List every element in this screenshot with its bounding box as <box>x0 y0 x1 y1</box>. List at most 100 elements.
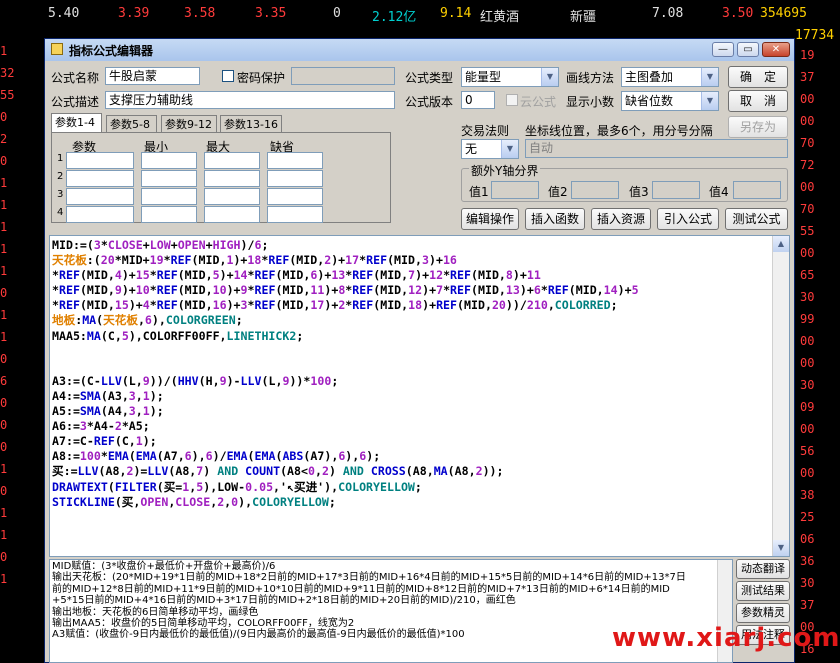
bg-right-value: 65 <box>800 268 815 282</box>
test-result-button[interactable]: 测试结果 <box>736 581 790 601</box>
code-token: (MID, <box>275 268 311 283</box>
param-min-cell[interactable] <box>141 206 197 223</box>
code-token: SMA <box>79 388 101 403</box>
decimal-select[interactable]: 缺省位数 ▼ <box>621 91 719 111</box>
cloud-formula-checkbox[interactable] <box>506 94 518 106</box>
code-line: DRAWTEXT(FILTER(买=1,5),LOW-0.05,'↖买进'),C… <box>52 480 639 495</box>
insert-resource-button[interactable]: 插入资源 <box>591 208 651 230</box>
password-checkbox[interactable] <box>222 70 234 82</box>
param-default-cell[interactable] <box>267 206 323 223</box>
ok-button[interactable]: 确 定 <box>728 66 788 88</box>
close-button[interactable]: ✕ <box>762 42 790 57</box>
tab-params-9-12[interactable]: 参数9-12 <box>161 115 217 133</box>
maximize-button[interactable]: ▭ <box>737 42 759 57</box>
param-default-cell[interactable] <box>267 170 323 187</box>
param-name-cell[interactable] <box>66 152 134 169</box>
param-default-cell[interactable] <box>267 188 323 205</box>
code-token: 17 <box>345 253 360 268</box>
value-1-input[interactable] <box>491 181 539 199</box>
formula-desc-input[interactable]: 支撑压力辅助线 <box>105 91 395 109</box>
code-token: )+ <box>617 283 632 298</box>
edit-operation-button[interactable]: 编辑操作 <box>461 208 519 230</box>
window-title: 指标公式编辑器 <box>69 44 154 58</box>
code-token: MA <box>433 464 448 479</box>
code-token: 17 <box>310 298 325 313</box>
code-token: + <box>205 238 213 252</box>
editor-scrollbar[interactable]: ▲ ▼ <box>772 236 789 556</box>
code-token: )+ <box>128 298 143 313</box>
code-token: (C, <box>100 328 122 343</box>
bg-right-value: 30 <box>800 576 815 590</box>
code-token: (MID, <box>373 268 409 283</box>
code-token: * <box>247 268 255 283</box>
param-max-cell[interactable] <box>204 188 260 205</box>
tab-params-1-4[interactable]: 参数1-4 <box>51 113 102 133</box>
code-token: 2 <box>475 464 483 479</box>
code-line: A3:=(C-LLV(L,9))/(HHV(H,9)-LLV(L,9))*100… <box>52 374 639 389</box>
code-token: (MID, <box>387 253 422 268</box>
cloud-formula-label: 云公式 <box>520 95 557 109</box>
param-min-cell[interactable] <box>141 188 197 205</box>
code-token: A7:=C- <box>52 434 94 449</box>
param-wizard-button[interactable]: 参数精灵 <box>736 603 790 623</box>
code-token: ; <box>414 479 422 494</box>
value-2-input[interactable] <box>571 181 619 199</box>
param-min-cell[interactable] <box>141 152 197 169</box>
import-formula-button[interactable]: 引入公式 <box>657 208 719 230</box>
code-token: MA <box>86 328 101 343</box>
value-3-input[interactable] <box>652 181 700 199</box>
bg-right-value: 30 <box>800 378 815 392</box>
bg-right-value: 00 <box>800 92 815 106</box>
param-default-cell[interactable] <box>267 152 323 169</box>
code-token: 12 <box>408 283 423 298</box>
code-token: , <box>547 298 555 313</box>
minimize-button[interactable]: — <box>712 42 734 57</box>
formula-type-select[interactable]: 能量型 ▼ <box>461 67 559 87</box>
param-max-cell[interactable] <box>204 170 260 187</box>
formula-code-editor[interactable]: MID:=(3*CLOSE+LOW+OPEN+HIGH)/6; 天花板:(20*M… <box>49 235 790 557</box>
formula-version-input[interactable]: 0 <box>461 91 495 109</box>
code-token: )+ <box>331 253 346 268</box>
cancel-button[interactable]: 取 消 <box>728 90 788 112</box>
trade-rule-select[interactable]: 无 ▼ <box>461 139 519 159</box>
site-watermark: www.xiarj.com <box>612 623 840 653</box>
code-line: STICKLINE(买,OPEN,CLOSE,2,0),COLORYELLOW; <box>52 495 639 510</box>
code-token: )/ <box>240 238 255 252</box>
param-name-cell[interactable] <box>66 188 134 205</box>
code-token: (A8, <box>168 464 197 479</box>
formula-type-value: 能量型 <box>465 70 502 84</box>
tab-params-13-16[interactable]: 参数13-16 <box>220 115 282 133</box>
code-token: * <box>149 268 157 283</box>
coord-input[interactable]: 自动 <box>525 139 788 158</box>
password-input[interactable] <box>291 67 395 85</box>
scroll-down-icon[interactable]: ▼ <box>773 540 789 556</box>
param-name-cell[interactable] <box>66 170 134 187</box>
param-name-cell[interactable] <box>66 206 134 223</box>
test-formula-button[interactable]: 测试公式 <box>725 208 788 230</box>
draw-method-value: 主图叠加 <box>625 70 674 84</box>
stock-price: 3.58 <box>184 6 216 21</box>
param-min-cell[interactable] <box>141 170 197 187</box>
code-token: 10 <box>212 283 227 298</box>
dynamic-translate-button[interactable]: 动态翻译 <box>736 559 790 579</box>
formula-name-input[interactable]: 牛股启蒙 <box>105 67 200 85</box>
code-token: COLORYELLOW <box>252 494 329 509</box>
background-left-column: 1 32 55 0 2 0 1 1 1 1 1 0 1 1 0 6 0 0 0 1 0 1 1 0 1 <box>0 40 46 590</box>
title-bar[interactable]: 指标公式编辑器 — ▭ ✕ <box>45 39 794 61</box>
draw-method-select[interactable]: 主图叠加 ▼ <box>621 67 719 87</box>
code-token: 天花板 <box>52 253 87 268</box>
save-as-button[interactable]: 另存为 <box>728 116 788 138</box>
insert-function-button[interactable]: 插入函数 <box>525 208 585 230</box>
param-max-cell[interactable] <box>204 206 260 223</box>
code-token: )+ <box>324 298 339 313</box>
chevron-down-icon: ▼ <box>501 140 518 158</box>
code-token: REF <box>58 268 80 283</box>
tab-params-5-8[interactable]: 参数5-8 <box>106 115 157 133</box>
bg-left-value: 0 <box>0 396 8 410</box>
param-max-cell[interactable] <box>204 152 260 169</box>
value-4-input[interactable] <box>733 181 781 199</box>
code-token: )+ <box>422 283 437 298</box>
value-label: 值1 <box>469 185 489 199</box>
scroll-up-icon[interactable]: ▲ <box>773 236 789 252</box>
